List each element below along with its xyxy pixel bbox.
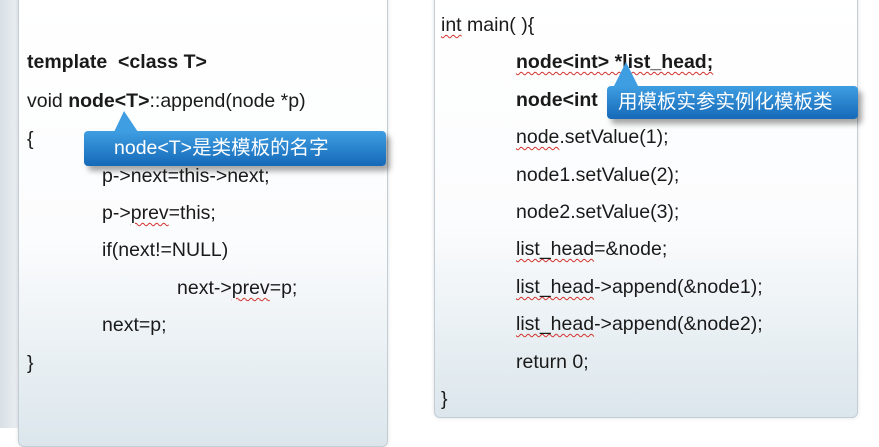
- template-params: <class T>: [118, 51, 207, 73]
- template-keyword: template: [27, 51, 108, 73]
- list-head-token: list_head: [516, 238, 595, 260]
- line-p-next-rest: next=this->next;: [130, 165, 270, 187]
- node-t-name: node<T>: [68, 90, 150, 112]
- callout-pointer-left: [114, 111, 138, 132]
- line-return: return 0;: [516, 351, 589, 373]
- line-p-prev: p->prev=this;: [102, 201, 216, 225]
- line-next-eq-p: next=p;: [102, 314, 167, 336]
- middle-gutter: [388, 0, 434, 428]
- line-p-prev-prefix: p->: [102, 202, 131, 224]
- line-p-next: p->next=this->next;: [102, 164, 269, 188]
- line-p-next-prefix: p->: [102, 165, 131, 187]
- callout-instantiate-template: 用模板实参实例化模板类: [607, 86, 858, 119]
- line-append-node2: list_head->append(&node2);: [516, 312, 763, 336]
- open-brace-left: {: [27, 128, 34, 150]
- line-next-prev-rest: =p;: [269, 277, 298, 299]
- line-node1-setvalue: node1.setValue(2);: [516, 164, 680, 186]
- void-keyword: void: [27, 90, 69, 112]
- node-int-declaration: node<int: [516, 89, 598, 111]
- node-token: node: [516, 126, 560, 148]
- line-next-prev: next->prev=p;: [177, 276, 297, 300]
- line-next-prev-prefix: next->: [177, 277, 232, 299]
- prev-token: prev: [231, 277, 270, 299]
- close-brace-left: }: [27, 352, 34, 374]
- line-node-setvalue: node.setValue(1);: [516, 125, 669, 149]
- int-keyword: int: [441, 14, 462, 36]
- list-head-token: list_head: [516, 313, 595, 335]
- function-signature-line: void node<T>::append(node *p): [27, 89, 306, 113]
- setvalue-call: .setValue(1);: [559, 126, 669, 148]
- line-append-node1: list_head->append(&node1);: [516, 275, 763, 299]
- append-signature: ::append(node *p): [149, 90, 306, 112]
- close-brace-right: }: [441, 388, 448, 410]
- prev-token: prev: [130, 202, 169, 224]
- append-node2-call: ->append(&node2);: [594, 313, 763, 335]
- assign-rest: =&node;: [594, 238, 668, 260]
- main-signature: main( ){: [461, 14, 535, 36]
- list-head-token: list_head: [516, 276, 595, 298]
- callout-pointer-right: [614, 62, 638, 86]
- line-p-prev-rest: =this;: [168, 202, 216, 224]
- right-gutter: [858, 0, 879, 428]
- line-if-next: if(next!=NULL): [102, 239, 229, 261]
- template-declaration-line: template <class T>: [27, 50, 207, 74]
- template-gap: [107, 51, 118, 73]
- append-node1-call: ->append(&node1);: [594, 276, 763, 298]
- line-list-head-assign: list_head=&node;: [516, 237, 667, 261]
- main-function-line: int main( ){: [441, 13, 534, 37]
- line-node2-setvalue: node2.setValue(3);: [516, 201, 680, 223]
- callout-node-template-name: node<T>是类模板的名字: [84, 131, 386, 166]
